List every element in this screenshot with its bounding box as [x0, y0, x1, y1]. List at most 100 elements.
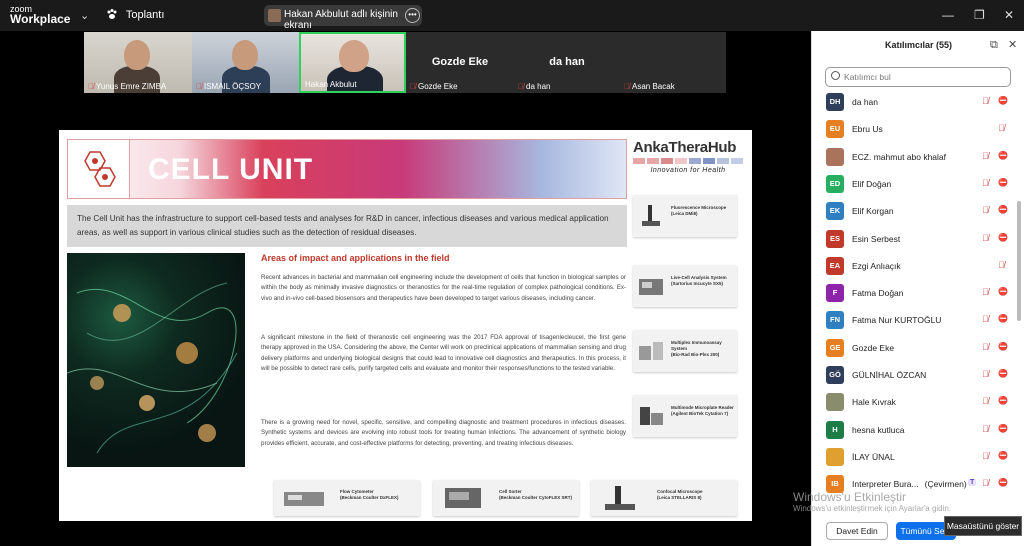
mic-off-icon[interactable]: 🎙̸ — [982, 369, 989, 379]
participant-avatar — [826, 447, 844, 466]
invite-button[interactable]: Davet Edin — [826, 522, 888, 540]
video-off-icon[interactable]: ⛔ — [998, 369, 1008, 378]
video-tile[interactable]: 🎙̸ Yunus Emre ZIMBA — [84, 32, 192, 93]
paragraph-3: There is a growing need for novel, speci… — [261, 419, 626, 447]
equipment-name: Cell Sorter (Beckman Coulter CytoFLEX SRT… — [499, 489, 573, 500]
participant-row[interactable]: EK Elif Korgan 🎙̸ ⛔ — [812, 198, 1024, 225]
mic-off-icon[interactable]: 🎙̸ — [982, 205, 989, 215]
participant-row[interactable]: ES Esin Serbest 🎙̸ ⛔ — [812, 226, 1024, 253]
screen-share-pill[interactable]: Hakan Akbulut adlı kişinin ekranı ••• — [264, 5, 422, 31]
participant-avatar: FN — [826, 311, 844, 330]
title-bar: zoom Workplace ⌄ Toplantı Hakan Akbulut … — [0, 0, 1024, 31]
mic-off-icon: 🎙̸ — [196, 82, 202, 91]
mic-off-icon[interactable]: 🎙̸ — [982, 342, 989, 352]
brand-logo: AnkaTheraHub Innovation for Health — [633, 139, 743, 183]
participant-search-input[interactable]: Katılımcı bul — [825, 67, 1011, 87]
mic-off-icon[interactable]: 🎙̸ — [982, 178, 989, 188]
tile-name: 🎙̸ Gozde Eke — [410, 82, 458, 91]
mic-off-icon[interactable]: 🎙̸ — [982, 478, 989, 488]
participant-row[interactable]: Hale Kıvrak 🎙̸ ⛔ — [812, 389, 1024, 416]
search-placeholder: Katılımcı bul — [844, 72, 891, 82]
video-off-icon[interactable]: ⛔ — [998, 287, 1008, 296]
meeting-info-button[interactable]: Toplantı — [106, 8, 164, 21]
video-off-icon[interactable]: ⛔ — [998, 233, 1008, 242]
participant-row[interactable]: F Fatma Doğan 🎙̸ ⛔ — [812, 280, 1024, 307]
incubator-icon — [639, 279, 663, 295]
participant-name: Fatma Nur KURTOĞLU — [852, 315, 942, 326]
participants-title: Katılımcılar (55) — [884, 40, 953, 50]
equipment-name: Multiplex Immunoassay System (Bio-Rad Bio… — [671, 340, 722, 357]
flow-cytometer-icon — [284, 492, 324, 506]
participant-row[interactable]: ED Elif Doğan 🎙̸ ⛔ — [812, 171, 1024, 198]
participant-avatar: DH — [826, 93, 844, 111]
participant-row[interactable]: Hhesna kutluca 🎙̸ ⛔ — [812, 417, 1024, 444]
participant-name: ECZ. mahmut abo khalaf — [852, 151, 947, 162]
participant-name: GÜLNİHAL ÖZCAN — [852, 370, 927, 380]
participant-row[interactable]: DH da han 🎙̸ ⛔ — [812, 89, 1024, 116]
video-tile[interactable]: 🎙̸ ISMAIL ÖÇSOY — [192, 32, 299, 93]
zoom-logo: zoom Workplace — [10, 4, 71, 26]
mic-off-icon[interactable]: 🎙̸ — [982, 396, 989, 406]
equipment-name: Confocal Microscope (Leica STELLARIS 8) — [657, 489, 703, 500]
tile-display-name: da han — [549, 56, 585, 68]
video-off-icon[interactable]: ⛔ — [998, 342, 1008, 351]
microscope-icon — [642, 205, 660, 226]
immunoassay-icon — [639, 342, 663, 360]
scrollbar[interactable] — [1017, 201, 1021, 321]
video-off-icon[interactable]: ⛔ — [998, 96, 1008, 105]
mic-off-icon: 🎙̸ — [410, 82, 416, 91]
equipment-card: Flow Cytometer (Beckman Coulter DxFLEX) — [274, 480, 420, 516]
participant-name: Esin Serbest — [852, 233, 901, 244]
participant-row[interactable]: EA Ezgi Anlıaçık 🎙̸ — [812, 253, 1024, 280]
participant-row[interactable]: GE Gozde Eke 🎙̸ ⛔ — [812, 335, 1024, 362]
participant-avatar: H — [826, 420, 844, 439]
equipment-card: Cell Sorter (Beckman Coulter CytoFLEX SRT… — [433, 480, 579, 516]
equipment-name: Multimode Microplate Reader (Agilent BioT… — [671, 405, 734, 416]
minimize-button[interactable]: — — [942, 8, 954, 22]
restore-button[interactable]: ❐ — [974, 8, 985, 22]
logo-bottom-text: Workplace — [10, 12, 71, 26]
person-head — [124, 40, 150, 70]
mic-off-icon[interactable]: 🎙̸ — [982, 314, 989, 324]
participant-row[interactable]: İLAY ÜNAL 🎙̸ ⛔ — [812, 444, 1024, 471]
equipment-name: Flow Cytometer (Beckman Coulter DxFLEX) — [340, 489, 399, 500]
close-button[interactable]: ✕ — [1004, 8, 1014, 22]
mic-off-icon[interactable]: 🎙̸ — [982, 287, 989, 297]
close-panel-icon[interactable]: ✕ — [1008, 31, 1017, 59]
mic-off-icon[interactable]: 🎙̸ — [982, 451, 989, 461]
video-off-icon[interactable]: ⛔ — [998, 478, 1008, 487]
video-off-icon[interactable]: ⛔ — [998, 396, 1008, 405]
mic-off-icon[interactable]: 🎙̸ — [982, 96, 989, 106]
participant-name: İLAY ÜNAL — [852, 451, 895, 462]
mic-off-icon[interactable]: 🎙̸ — [998, 123, 1005, 133]
video-off-icon[interactable]: ⛔ — [998, 178, 1008, 187]
video-off-icon[interactable]: ⛔ — [998, 151, 1008, 160]
equipment-card: Fluorescence Microscope (Leica DMi8) — [633, 195, 737, 237]
banner-title: CELL UNIT — [148, 153, 314, 186]
participant-name: Gozde Eke — [852, 342, 895, 353]
video-tile-active-speaker[interactable]: Hakan Akbulut — [299, 32, 406, 93]
video-off-icon[interactable]: ⛔ — [998, 314, 1008, 323]
participant-row[interactable]: EU Ebru Us 🎙̸ — [812, 116, 1024, 143]
chevron-down-icon[interactable]: ⌄ — [80, 9, 89, 22]
more-options-icon[interactable]: ••• — [405, 8, 420, 23]
pop-out-icon[interactable]: ⧉ — [990, 31, 998, 59]
mic-off-icon[interactable]: 🎙̸ — [982, 424, 989, 434]
interpreter-badge: T — [968, 479, 977, 487]
intro-text: The Cell Unit has the infrastructure to … — [67, 205, 627, 247]
video-tile[interactable]: da han 🎙̸ da han — [514, 32, 620, 93]
video-off-icon[interactable]: ⛔ — [998, 424, 1008, 433]
participant-row[interactable]: GÖ GÜLNİHAL ÖZCAN 🎙̸ ⛔ — [812, 362, 1024, 389]
video-off-icon[interactable]: ⛔ — [998, 451, 1008, 460]
video-tile[interactable]: Gozde Eke 🎙̸ Gozde Eke — [406, 32, 514, 93]
video-tile[interactable]: 🎙̸ Asan Bacak — [620, 32, 726, 93]
mic-off-icon[interactable]: 🎙̸ — [998, 260, 1005, 270]
video-off-icon[interactable]: ⛔ — [998, 205, 1008, 214]
mic-off-icon[interactable]: 🎙̸ — [982, 151, 989, 161]
mic-off-icon: 🎙̸ — [88, 82, 94, 91]
watermark-line2: Windows'u etkinleştirmek için Ayarlar'a … — [793, 504, 952, 513]
participant-row[interactable]: ECZ. mahmut abo khalaf 🎙̸ ⛔ — [812, 144, 1024, 171]
participant-row[interactable]: FN Fatma Nur KURTOĞLU 🎙̸ ⛔ — [812, 307, 1024, 334]
show-desktop-tooltip: Masaüstünü göster — [944, 516, 1022, 536]
mic-off-icon[interactable]: 🎙̸ — [982, 233, 989, 243]
